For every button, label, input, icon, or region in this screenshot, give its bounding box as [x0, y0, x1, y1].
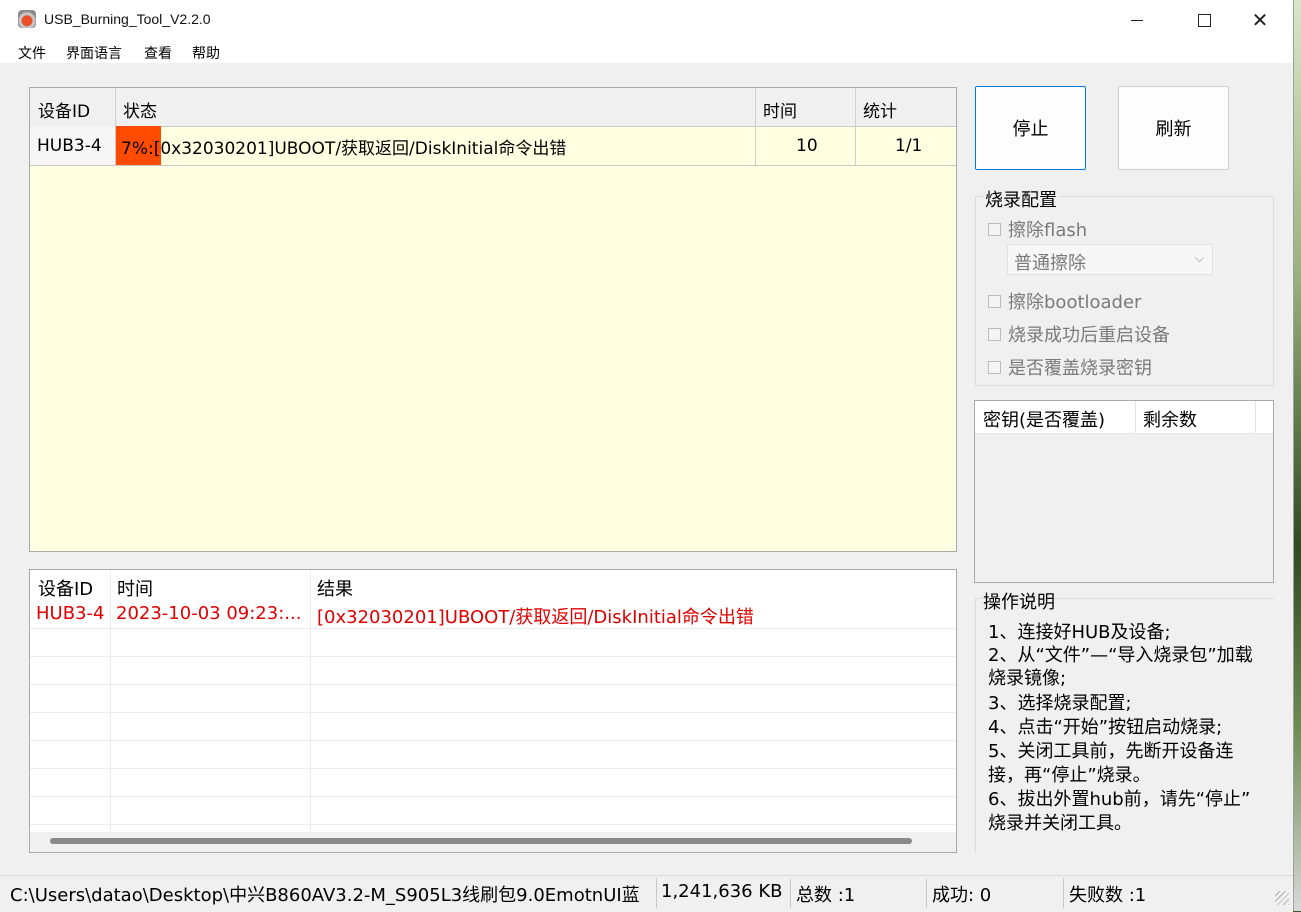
column-divider[interactable] [755, 88, 756, 126]
column-divider [755, 126, 756, 165]
checkbox-icon [988, 327, 1001, 341]
instruction-line: 接，再“停止”烧录。 [988, 765, 1151, 786]
column-divider [855, 126, 856, 165]
device-table: 设备ID 状态 时间 统计 HUB3-4 7%:[0x32030201]UBOO… [29, 87, 957, 552]
log-device-id: HUB3-4 [36, 603, 105, 624]
erase-mode-value: 普通擦除 [1014, 253, 1086, 274]
log-row-empty [30, 628, 956, 657]
status-divider [926, 878, 927, 908]
checkbox-icon [988, 222, 1001, 236]
header-remaining[interactable]: 剩余数 [1143, 406, 1197, 432]
minimize-button[interactable] [1114, 0, 1160, 40]
device-status: 7%:[0x32030201]UBOOT/获取返回/DiskInitial命令出… [121, 139, 567, 159]
key-list-header: 密钥(是否覆盖) 剩余数 [975, 401, 1273, 434]
status-divider [1063, 878, 1064, 908]
log-row-empty [30, 684, 956, 713]
column-divider[interactable] [1135, 401, 1136, 433]
title-bar: USB_Burning_Tool_V2.2.0 ✕ [0, 0, 1293, 40]
instruction-line: 烧录并关闭工具。 [988, 813, 1132, 834]
burn-config-title: 烧录配置 [983, 186, 1059, 212]
log-time: 2023-10-03 09:23:... [116, 603, 302, 624]
instructions-title: 操作说明 [983, 592, 1055, 613]
device-table-header: 设备ID 状态 时间 统计 [30, 88, 956, 127]
status-failed: 失败数 :1 [1069, 885, 1147, 906]
key-list[interactable]: 密钥(是否覆盖) 剩余数 [974, 400, 1274, 583]
close-button[interactable]: ✕ [1237, 0, 1283, 40]
header-device-id[interactable]: 设备ID [38, 97, 90, 122]
reboot-after-success-label: 烧录成功后重启设备 [1008, 325, 1170, 346]
scrollbar-thumb[interactable] [50, 838, 912, 844]
app-icon [18, 10, 36, 28]
log-header-result[interactable]: 结果 [317, 575, 353, 601]
erase-bootloader-checkbox[interactable]: 擦除bootloader [988, 288, 1141, 314]
erase-mode-select[interactable]: 普通擦除 ⌵ [1007, 244, 1213, 275]
status-size: 1,241,636 KB [661, 881, 783, 902]
device-id: HUB3-4 [37, 136, 102, 156]
reboot-after-success-checkbox[interactable]: 烧录成功后重启设备 [988, 321, 1170, 347]
device-time: 10 [796, 136, 818, 156]
checkbox-icon [988, 294, 1001, 308]
window-title: USB_Burning_Tool_V2.2.0 [44, 11, 211, 27]
log-header-device-id[interactable]: 设备ID [38, 575, 93, 601]
column-divider[interactable] [855, 88, 856, 126]
log-result: [0x32030201]UBOOT/获取返回/DiskInitial命令出错 [317, 607, 754, 628]
device-stat: 1/1 [895, 136, 923, 156]
menu-bar: 文件 界面语言 查看 帮助 [0, 40, 1293, 63]
log-row-empty [30, 656, 956, 685]
app-window: USB_Burning_Tool_V2.2.0 ✕ 文件 界面语言 查看 帮助 … [0, 0, 1294, 912]
instruction-line: 5、关闭工具前，先断开设备连 [988, 741, 1234, 762]
device-row[interactable]: HUB3-4 7%:[0x32030201]UBOOT/获取返回/DiskIni… [30, 126, 956, 166]
menu-file[interactable]: 文件 [18, 43, 46, 63]
erase-bootloader-label: 擦除bootloader [1008, 292, 1142, 313]
instruction-line: 3、选择烧录配置; [988, 693, 1132, 714]
instruction-line: 烧录镜像; [988, 668, 1067, 689]
log-table[interactable]: 设备ID 时间 结果 HUB3-4 2023-10-03 09:23:... [… [29, 569, 957, 853]
header-key[interactable]: 密钥(是否覆盖) [983, 406, 1105, 432]
column-divider[interactable] [115, 88, 116, 126]
status-success: 成功: 0 [932, 885, 992, 906]
instruction-line: 6、拔出外置hub前，请先“停止” [988, 789, 1251, 810]
log-row-empty [30, 768, 956, 797]
refresh-button[interactable]: 刷新 [1118, 86, 1229, 170]
status-total: 总数 :1 [796, 885, 856, 906]
checkbox-icon [988, 360, 1001, 374]
header-stat[interactable]: 统计 [863, 97, 897, 122]
erase-flash-label: 擦除flash [1008, 220, 1088, 241]
log-row-empty [30, 740, 956, 769]
minimize-icon [1131, 19, 1143, 21]
menu-help[interactable]: 帮助 [192, 43, 220, 63]
instruction-line: 4、点击“开始”按钮启动烧录; [988, 717, 1223, 738]
log-row-empty [30, 796, 956, 825]
status-path: C:\Users\datao\Desktop\中兴B860AV3.2-M_S90… [10, 885, 640, 906]
maximize-icon [1197, 13, 1211, 27]
close-icon: ✕ [1251, 8, 1269, 32]
overwrite-key-checkbox[interactable]: 是否覆盖烧录密钥 [988, 354, 1152, 380]
log-header-time[interactable]: 时间 [117, 575, 153, 601]
erase-flash-checkbox[interactable]: 擦除flash [988, 216, 1087, 242]
stop-button[interactable]: 停止 [975, 86, 1086, 170]
menu-view[interactable]: 查看 [144, 43, 172, 63]
header-time[interactable]: 时间 [763, 97, 797, 122]
header-status[interactable]: 状态 [123, 97, 157, 122]
menu-language[interactable]: 界面语言 [66, 43, 122, 63]
status-divider [656, 878, 657, 908]
log-row[interactable]: HUB3-4 2023-10-03 09:23:... [0x32030201]… [30, 600, 956, 629]
log-row-empty [30, 712, 956, 741]
overwrite-key-label: 是否覆盖烧录密钥 [1008, 358, 1152, 379]
device-id-cell: HUB3-4 [30, 126, 116, 165]
column-divider[interactable] [1255, 401, 1256, 433]
status-divider [790, 878, 791, 908]
status-bar: C:\Users\datao\Desktop\中兴B860AV3.2-M_S90… [0, 875, 1293, 912]
chevron-down-icon: ⌵ [1194, 251, 1204, 265]
resize-grip-icon[interactable] [1275, 891, 1289, 905]
maximize-button[interactable] [1181, 0, 1227, 40]
